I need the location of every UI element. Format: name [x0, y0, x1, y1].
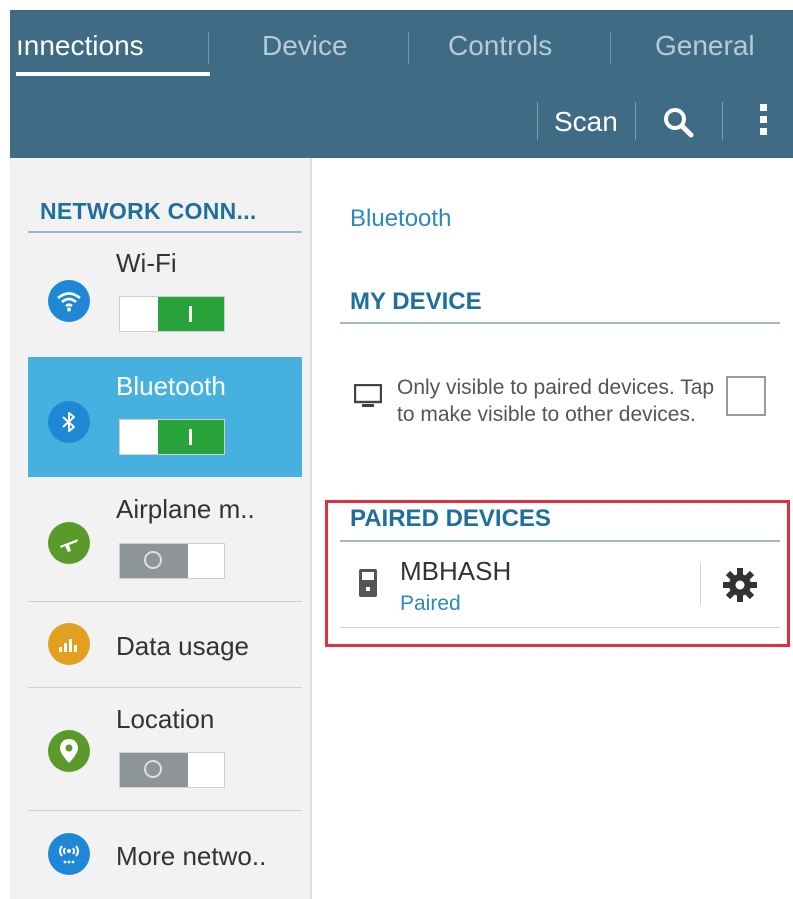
- visibility-checkbox[interactable]: [726, 376, 766, 416]
- wifi-toggle[interactable]: [119, 296, 225, 332]
- sidebar-item-airplane-mode[interactable]: Airplane m..: [28, 480, 302, 602]
- sidebar-item-bluetooth[interactable]: Bluetooth: [28, 357, 302, 477]
- sidebar-section-title: NETWORK CONN...: [40, 198, 257, 224]
- action-divider: [635, 102, 636, 140]
- sidebar-item-data-usage[interactable]: Data usage: [28, 603, 302, 688]
- divider: [28, 231, 302, 233]
- pane-divider: [310, 158, 312, 899]
- tab-device[interactable]: Device: [262, 30, 348, 62]
- paired-device-name[interactable]: MBHASH: [400, 556, 511, 587]
- divider: [340, 540, 780, 542]
- action-divider: [722, 102, 723, 140]
- visibility-description[interactable]: Only visible to paired devices. Tap to m…: [397, 374, 717, 428]
- location-pin-icon: [48, 730, 90, 772]
- action-bar: Scan: [10, 86, 793, 158]
- antenna-icon: [48, 833, 90, 875]
- bluetooth-icon: [48, 401, 90, 443]
- page-title: Bluetooth: [350, 205, 452, 232]
- bar-chart-icon: [48, 623, 90, 665]
- tab-divider: [610, 32, 611, 64]
- tab-divider: [208, 32, 209, 64]
- action-divider: [537, 102, 538, 140]
- gear-icon[interactable]: [722, 567, 758, 603]
- divider: [28, 601, 302, 602]
- tab-general[interactable]: General: [655, 30, 755, 62]
- tab-controls[interactable]: Controls: [448, 30, 552, 62]
- device-icon: [359, 569, 377, 597]
- sidebar-item-more-networks[interactable]: More netwo..: [28, 811, 302, 899]
- tablet-icon: [354, 384, 382, 407]
- sidebar-item-label: Airplane m..: [116, 494, 255, 524]
- sidebar-item-label: More netwo..: [116, 841, 267, 871]
- scan-button[interactable]: Scan: [554, 106, 618, 138]
- sidebar-item-label: Wi-Fi: [116, 248, 177, 278]
- wifi-icon: [48, 280, 90, 322]
- tab-divider: [408, 32, 409, 64]
- overflow-menu-icon[interactable]: [758, 104, 768, 140]
- sidebar-item-wifi[interactable]: Wi-Fi: [28, 234, 302, 354]
- sidebar-item-location[interactable]: Location: [28, 688, 302, 811]
- sidebar-item-label: Data usage: [116, 631, 249, 661]
- bluetooth-toggle[interactable]: [119, 419, 225, 455]
- my-device-header: MY DEVICE: [350, 288, 482, 315]
- location-toggle[interactable]: [119, 752, 225, 788]
- airplane-icon: [48, 522, 90, 564]
- paired-devices-header: PAIRED DEVICES: [350, 505, 551, 532]
- tab-bar: ınnections Device Controls General: [10, 10, 793, 86]
- divider: [700, 563, 701, 605]
- paired-device-status: Paired: [400, 592, 461, 615]
- sidebar: NETWORK CONN... Wi-Fi Bluetooth Airplane…: [10, 158, 310, 899]
- search-icon[interactable]: [662, 106, 694, 138]
- tab-connections[interactable]: ınnections: [16, 30, 144, 62]
- divider: [340, 627, 780, 628]
- active-tab-indicator: [16, 72, 210, 76]
- sidebar-item-label: Location: [116, 704, 215, 734]
- airplane-mode-toggle[interactable]: [119, 543, 225, 579]
- app-header: ınnections Device Controls General Scan: [10, 10, 793, 158]
- divider: [340, 322, 780, 324]
- sidebar-item-label: Bluetooth: [116, 371, 226, 401]
